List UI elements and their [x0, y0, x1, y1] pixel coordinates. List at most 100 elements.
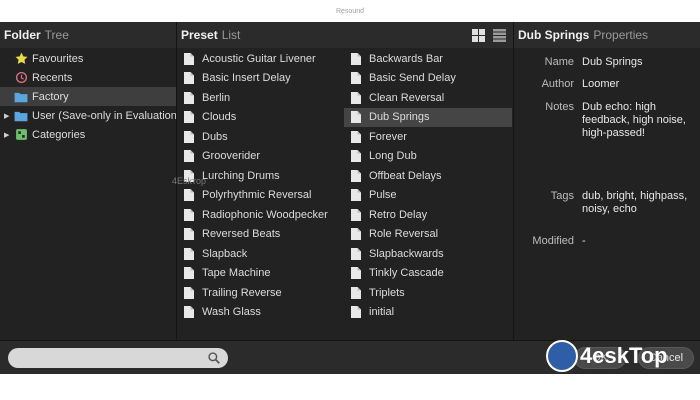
- property-value: Dub Springs: [582, 56, 643, 68]
- folder-item-factory[interactable]: Factory: [0, 87, 176, 106]
- document-icon: [351, 189, 361, 201]
- folder-item-recents[interactable]: Recents: [0, 68, 176, 87]
- document-icon: [351, 208, 361, 221]
- property-value: dub, bright, highpass, noisy, echo: [582, 190, 688, 215]
- preset-item-label: Triplets: [369, 286, 405, 299]
- folder-item-label: Favourites: [32, 52, 84, 65]
- preset-item-label: Lurching Drums: [202, 169, 280, 182]
- document-icon: [184, 247, 194, 260]
- preset-item[interactable]: Trailing Reverse: [177, 283, 343, 302]
- watermark-brand-text: 4eskTop: [580, 343, 668, 368]
- preset-item[interactable]: Forever: [344, 127, 512, 146]
- preset-panel-header: Preset List: [177, 22, 513, 48]
- star-icon: [14, 52, 28, 66]
- preset-item-label: Slapback: [202, 247, 248, 260]
- preset-browser-window: Folder Tree Preset List Dub Springs Prop…: [0, 22, 700, 374]
- document-icon: [184, 286, 194, 299]
- preset-item[interactable]: Triplets: [344, 283, 512, 302]
- preset-item[interactable]: Backwards Bar: [344, 49, 512, 68]
- document-icon: [184, 52, 194, 65]
- document-icon: [351, 150, 361, 162]
- preset-item-label: Reversed Beats: [202, 228, 281, 240]
- folder-item-favourites[interactable]: Favourites: [0, 49, 176, 68]
- preset-item[interactable]: Offbeat Delays: [344, 166, 512, 185]
- property-value: Dub echo: high feedback, high noise, hig…: [582, 101, 686, 139]
- preset-item-label: Trailing Reverse: [202, 286, 282, 299]
- preset-item[interactable]: Clean Reversal: [344, 88, 512, 107]
- folder-item-user[interactable]: ▶ User (Save-only in Evaluation): [0, 106, 181, 125]
- preset-header-subtitle: List: [221, 28, 241, 42]
- properties-header-title: Dub Springs: [518, 28, 590, 42]
- preset-item-label: Basic Insert Delay: [202, 72, 291, 84]
- preset-item[interactable]: Berlin: [177, 88, 343, 107]
- preset-item[interactable]: Basic Send Delay: [344, 69, 512, 88]
- preset-item[interactable]: Retro Delay: [344, 205, 512, 224]
- folder-icon: [14, 109, 28, 123]
- folder-item-categories[interactable]: ▶ Categories: [0, 125, 176, 144]
- document-icon: [184, 267, 194, 279]
- preset-item[interactable]: Wash Glass: [177, 303, 343, 322]
- preset-item[interactable]: Tinkly Cascade: [344, 264, 512, 283]
- preset-item[interactable]: Basic Insert Delay: [177, 69, 343, 88]
- preset-item[interactable]: Long Dub: [344, 147, 512, 166]
- folder-panel-header: Folder Tree: [0, 22, 176, 48]
- preset-item[interactable]: Dubs: [177, 127, 343, 146]
- preset-list: Acoustic Guitar Livener Basic Insert Dela…: [177, 48, 513, 340]
- search-box[interactable]: [8, 348, 228, 368]
- document-icon: [351, 111, 361, 123]
- preset-item-label: Dubs: [202, 130, 228, 143]
- preset-item[interactable]: Dub Springs: [344, 107, 512, 127]
- search-icon[interactable]: [207, 351, 221, 365]
- document-icon: [184, 111, 194, 123]
- preset-item[interactable]: Grooverider: [177, 147, 343, 166]
- preset-item[interactable]: Role Reversal: [344, 225, 512, 244]
- properties-header-subtitle: Properties: [593, 28, 649, 42]
- preset-item[interactable]: Polyrhythmic Reversal: [177, 186, 343, 205]
- property-label: Name: [544, 56, 574, 68]
- list-view-icon[interactable]: [493, 29, 506, 42]
- document-icon: [184, 72, 194, 84]
- properties-panel-header: Dub Springs Properties: [514, 22, 700, 48]
- preset-item[interactable]: Radiophonic Woodpecker: [177, 205, 343, 224]
- watermark-center-text: 4Eskтор: [172, 176, 207, 186]
- expand-arrow-icon[interactable]: ▶: [4, 112, 9, 120]
- folder-tree: Favourites Recents Factory ▶ User (Save-…: [0, 48, 181, 340]
- preset-item[interactable]: Pulse: [344, 186, 512, 205]
- document-icon: [351, 72, 361, 84]
- property-label: Notes: [545, 101, 574, 113]
- search-input[interactable]: [16, 350, 201, 366]
- preset-item-label: Role Reversal: [369, 228, 439, 240]
- document-icon: [351, 306, 361, 318]
- folder-header-subtitle: Tree: [44, 28, 69, 42]
- document-icon: [351, 169, 361, 182]
- grid-view-icon[interactable]: [472, 29, 485, 42]
- preset-item[interactable]: Reversed Beats: [177, 225, 343, 244]
- preset-item[interactable]: Slapback: [177, 244, 343, 263]
- document-icon: [184, 130, 194, 143]
- preset-item-label: Basic Send Delay: [369, 72, 456, 84]
- preset-item[interactable]: Acoustic Guitar Livener: [177, 49, 343, 68]
- preset-item-label: Long Dub: [369, 150, 417, 162]
- preset-item-label: initial: [369, 306, 395, 318]
- window-title: Resound: [335, 8, 365, 15]
- property-label: Modified: [532, 235, 574, 247]
- folder-header-title: Folder: [4, 28, 41, 42]
- preset-item-label: Tape Machine: [202, 267, 271, 279]
- preset-item-label: Radiophonic Woodpecker: [202, 208, 328, 221]
- preset-header-title: Preset: [181, 28, 218, 42]
- document-icon: [184, 189, 194, 201]
- properties-panel: Name Dub Springs Author Loomer Notes Dub…: [514, 48, 700, 340]
- preset-item[interactable]: Clouds: [177, 108, 343, 127]
- preset-item-label: Dub Springs: [369, 111, 430, 123]
- preset-item[interactable]: Slapbackwards: [344, 244, 512, 263]
- preset-item-label: Offbeat Delays: [369, 169, 442, 182]
- preset-item-label: Backwards Bar: [369, 52, 443, 65]
- preset-item[interactable]: Tape Machine: [177, 264, 343, 283]
- preset-item-label: Acoustic Guitar Livener: [202, 52, 316, 65]
- preset-item-label: Slapbackwards: [369, 247, 444, 260]
- preset-item[interactable]: initial: [344, 303, 512, 322]
- expand-arrow-icon[interactable]: ▶: [4, 131, 9, 139]
- document-icon: [184, 91, 194, 104]
- folder-item-label: Factory: [32, 90, 69, 103]
- folder-item-label: Categories: [32, 128, 86, 141]
